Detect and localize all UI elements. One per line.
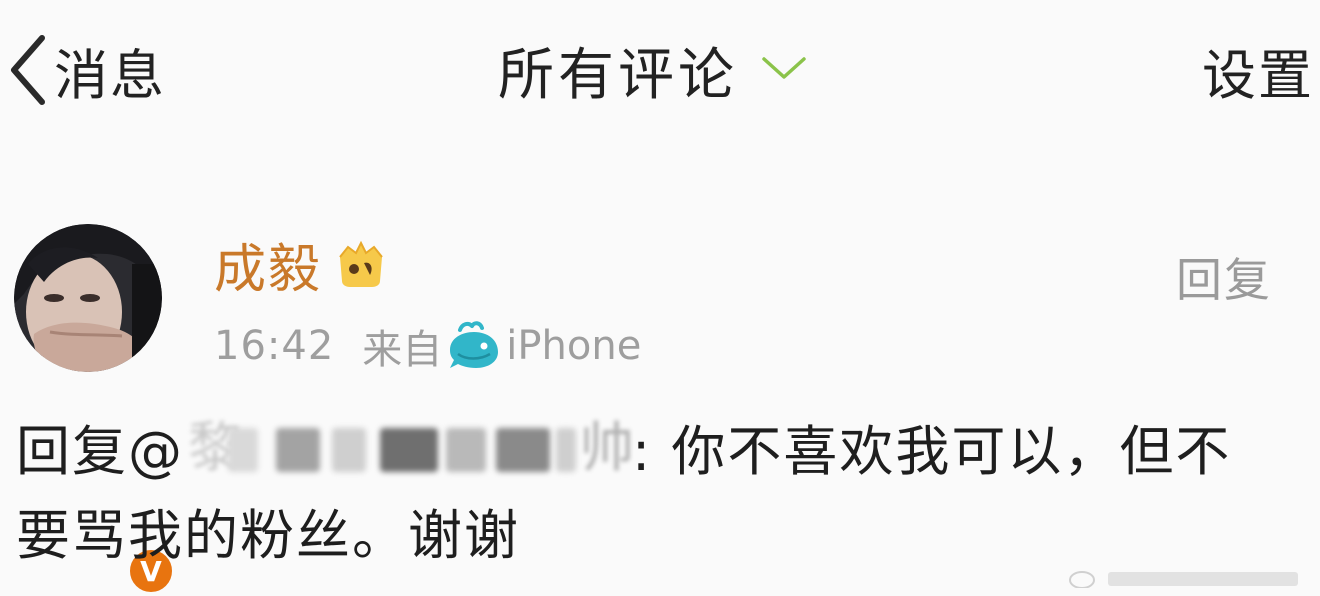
chevron-left-icon — [8, 34, 48, 106]
comment-header: 成毅 — [214, 232, 388, 300]
comment-body: 回复@ 黎 帅 : 你不喜欢我可以，但不 要骂我的粉丝。谢谢 — [16, 410, 1316, 578]
top-bar: 消息 所有评论 设置 — [0, 0, 1320, 140]
redaction-blur — [446, 428, 486, 472]
comment-filter-dropdown[interactable]: 所有评论 — [498, 30, 808, 110]
avatar[interactable]: V — [14, 224, 176, 596]
reply-button[interactable]: 回复 — [1176, 244, 1272, 310]
mention-end-char: 帅 — [580, 416, 636, 479]
comment-meta: 16:42 来自 iPhone — [214, 318, 641, 374]
watermark — [1068, 566, 1308, 594]
mention-redacted[interactable]: 黎 帅 — [184, 416, 634, 479]
back-button[interactable]: 消息 — [8, 30, 166, 110]
chevron-down-icon — [738, 53, 808, 87]
comment-text-line2: 要骂我的粉丝。谢谢 — [16, 504, 520, 567]
redaction-blur — [276, 428, 320, 472]
whale-icon — [442, 320, 504, 372]
redaction-blur — [556, 428, 576, 472]
settings-button[interactable]: 设置 — [1202, 30, 1314, 110]
redaction-blur — [380, 428, 438, 472]
page-title: 所有评论 — [498, 42, 738, 108]
comment-text-line1: : 你不喜欢我可以，但不 — [632, 420, 1232, 483]
redaction-blur — [332, 428, 366, 472]
comment-time: 16:42 — [214, 323, 335, 369]
member-crown-icon — [322, 237, 388, 291]
redaction-blur — [228, 428, 258, 472]
reply-prefix: 回复@ — [16, 420, 184, 483]
back-label: 消息 — [54, 43, 166, 107]
source-prefix: 来自 — [362, 327, 443, 373]
client-device[interactable]: iPhone — [506, 323, 641, 369]
redaction-blur — [496, 428, 550, 472]
username[interactable]: 成毅 — [214, 227, 322, 302]
